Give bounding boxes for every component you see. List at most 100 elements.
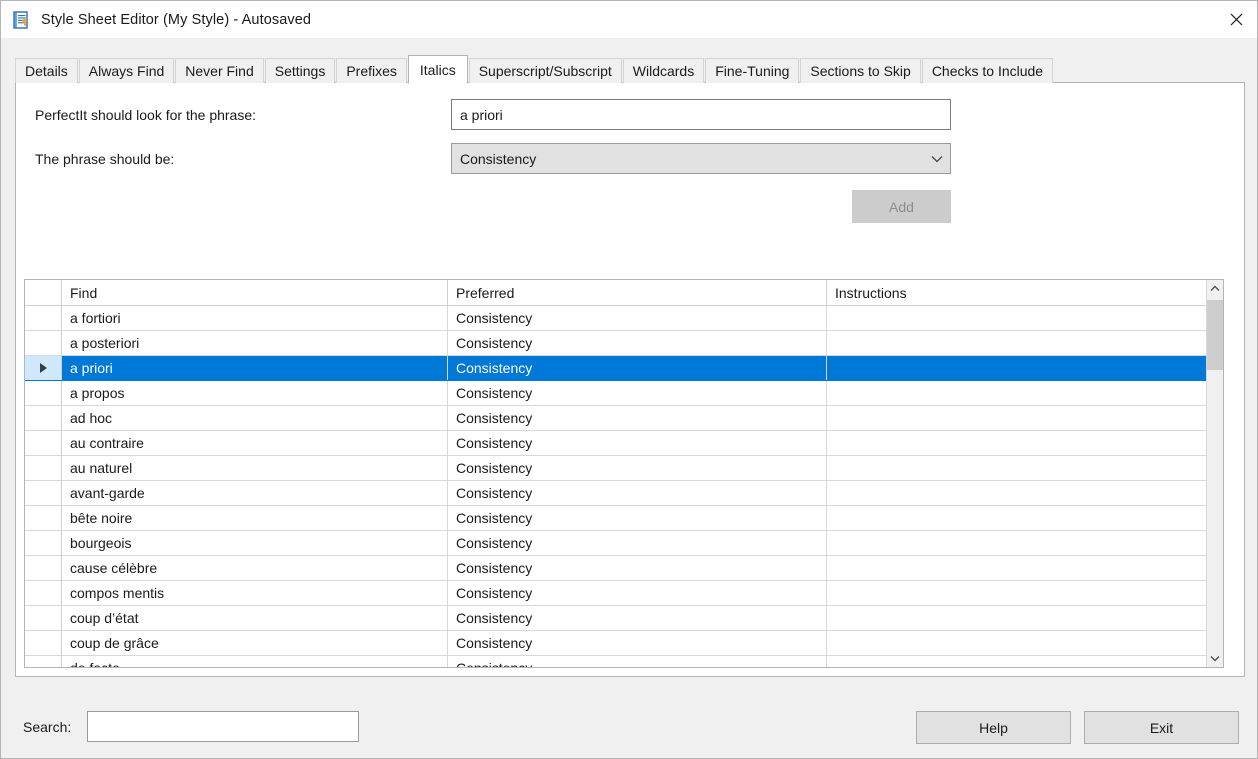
tab-superscript-subscript[interactable]: Superscript/Subscript (469, 58, 622, 83)
row-selector-cell[interactable] (25, 506, 62, 530)
find-cell[interactable]: coup d’état (62, 606, 448, 630)
tab-details[interactable]: Details (15, 58, 78, 83)
preferred-cell[interactable]: Consistency (448, 456, 827, 480)
tab-sections-to-skip[interactable]: Sections to Skip (800, 58, 920, 83)
table-row[interactable]: au naturelConsistency (25, 456, 1223, 481)
table-row[interactable]: coup d’étatConsistency (25, 606, 1223, 631)
row-selector-cell[interactable] (25, 656, 62, 668)
find-cell[interactable]: compos mentis (62, 581, 448, 605)
preferred-cell[interactable]: Consistency (448, 406, 827, 430)
preferred-cell[interactable]: Consistency (448, 356, 827, 380)
tab-prefixes[interactable]: Prefixes (336, 58, 407, 83)
close-icon[interactable] (1213, 1, 1258, 37)
find-cell[interactable]: de facto (62, 656, 448, 668)
find-cell[interactable]: au contraire (62, 431, 448, 455)
exit-button[interactable]: Exit (1084, 711, 1239, 744)
grid-vertical-scrollbar[interactable] (1206, 280, 1223, 667)
phrase-input[interactable] (451, 99, 951, 130)
table-row[interactable]: avant-gardeConsistency (25, 481, 1223, 506)
table-row[interactable]: bourgeoisConsistency (25, 531, 1223, 556)
row-selector-cell[interactable] (25, 456, 62, 480)
scrollbar-thumb[interactable] (1207, 300, 1223, 370)
table-row[interactable]: coup de grâceConsistency (25, 631, 1223, 656)
chevron-down-icon[interactable] (1207, 650, 1223, 667)
add-button[interactable]: Add (852, 190, 951, 223)
instructions-cell[interactable] (827, 356, 1223, 380)
row-selector-cell[interactable] (25, 431, 62, 455)
preferred-cell[interactable]: Consistency (448, 331, 827, 355)
table-row[interactable]: bête noireConsistency (25, 506, 1223, 531)
table-row[interactable]: a proposConsistency (25, 381, 1223, 406)
instructions-cell[interactable] (827, 531, 1223, 555)
preferred-cell[interactable]: Consistency (448, 556, 827, 580)
table-row[interactable]: a posterioriConsistency (25, 331, 1223, 356)
phrase-type-select[interactable]: Consistency (451, 143, 951, 174)
table-row[interactable]: a prioriConsistency (25, 356, 1223, 381)
row-selector-cell[interactable] (25, 356, 62, 380)
instructions-cell[interactable] (827, 431, 1223, 455)
instructions-cell[interactable] (827, 381, 1223, 405)
search-input[interactable] (87, 711, 359, 742)
table-row[interactable]: au contraireConsistency (25, 431, 1223, 456)
grid-header-instructions[interactable]: Instructions (827, 280, 1223, 306)
instructions-cell[interactable] (827, 581, 1223, 605)
preferred-cell[interactable]: Consistency (448, 581, 827, 605)
tab-italics[interactable]: Italics (408, 55, 468, 84)
tab-always-find[interactable]: Always Find (79, 58, 174, 83)
instructions-cell[interactable] (827, 606, 1223, 630)
grid-header-find[interactable]: Find (62, 280, 448, 306)
instructions-cell[interactable] (827, 631, 1223, 655)
table-row[interactable]: compos mentisConsistency (25, 581, 1223, 606)
preferred-cell[interactable]: Consistency (448, 531, 827, 555)
find-cell[interactable]: a priori (62, 356, 448, 380)
find-cell[interactable]: bourgeois (62, 531, 448, 555)
find-cell[interactable]: au naturel (62, 456, 448, 480)
preferred-cell[interactable]: Consistency (448, 506, 827, 530)
table-row[interactable]: cause célèbreConsistency (25, 556, 1223, 581)
row-selector-cell[interactable] (25, 481, 62, 505)
preferred-cell[interactable]: Consistency (448, 306, 827, 330)
row-selector-cell[interactable] (25, 606, 62, 630)
row-selector-cell[interactable] (25, 306, 62, 330)
row-selector-cell[interactable] (25, 581, 62, 605)
table-row[interactable]: a fortioriConsistency (25, 306, 1223, 331)
grid-header-preferred[interactable]: Preferred (448, 280, 827, 306)
row-selector-cell[interactable] (25, 556, 62, 580)
preferred-cell[interactable]: Consistency (448, 481, 827, 505)
find-cell[interactable]: ad hoc (62, 406, 448, 430)
table-row[interactable]: ad hocConsistency (25, 406, 1223, 431)
find-cell[interactable]: a posteriori (62, 331, 448, 355)
preferred-cell[interactable]: Consistency (448, 381, 827, 405)
row-selector-cell[interactable] (25, 381, 62, 405)
row-selector-cell[interactable] (25, 631, 62, 655)
find-cell[interactable]: cause célèbre (62, 556, 448, 580)
tab-never-find[interactable]: Never Find (175, 58, 263, 83)
tab-wildcards[interactable]: Wildcards (623, 58, 704, 83)
instructions-cell[interactable] (827, 506, 1223, 530)
instructions-cell[interactable] (827, 556, 1223, 580)
instructions-cell[interactable] (827, 656, 1223, 668)
preferred-cell[interactable]: Consistency (448, 431, 827, 455)
preferred-cell[interactable]: Consistency (448, 606, 827, 630)
find-cell[interactable]: avant-garde (62, 481, 448, 505)
tab-settings[interactable]: Settings (265, 58, 336, 83)
chevron-up-icon[interactable] (1207, 280, 1223, 297)
instructions-cell[interactable] (827, 306, 1223, 330)
find-cell[interactable]: a propos (62, 381, 448, 405)
table-row[interactable]: de factoConsistency (25, 656, 1223, 668)
instructions-cell[interactable] (827, 481, 1223, 505)
find-cell[interactable]: a fortiori (62, 306, 448, 330)
instructions-cell[interactable] (827, 331, 1223, 355)
row-selector-cell[interactable] (25, 331, 62, 355)
instructions-cell[interactable] (827, 406, 1223, 430)
tab-checks-to-include[interactable]: Checks to Include (922, 58, 1053, 83)
tab-fine-tuning[interactable]: Fine-Tuning (705, 58, 799, 83)
instructions-cell[interactable] (827, 456, 1223, 480)
preferred-cell[interactable]: Consistency (448, 656, 827, 668)
preferred-cell[interactable]: Consistency (448, 631, 827, 655)
row-selector-cell[interactable] (25, 531, 62, 555)
help-button[interactable]: Help (916, 711, 1071, 744)
row-selector-cell[interactable] (25, 406, 62, 430)
find-cell[interactable]: coup de grâce (62, 631, 448, 655)
find-cell[interactable]: bête noire (62, 506, 448, 530)
